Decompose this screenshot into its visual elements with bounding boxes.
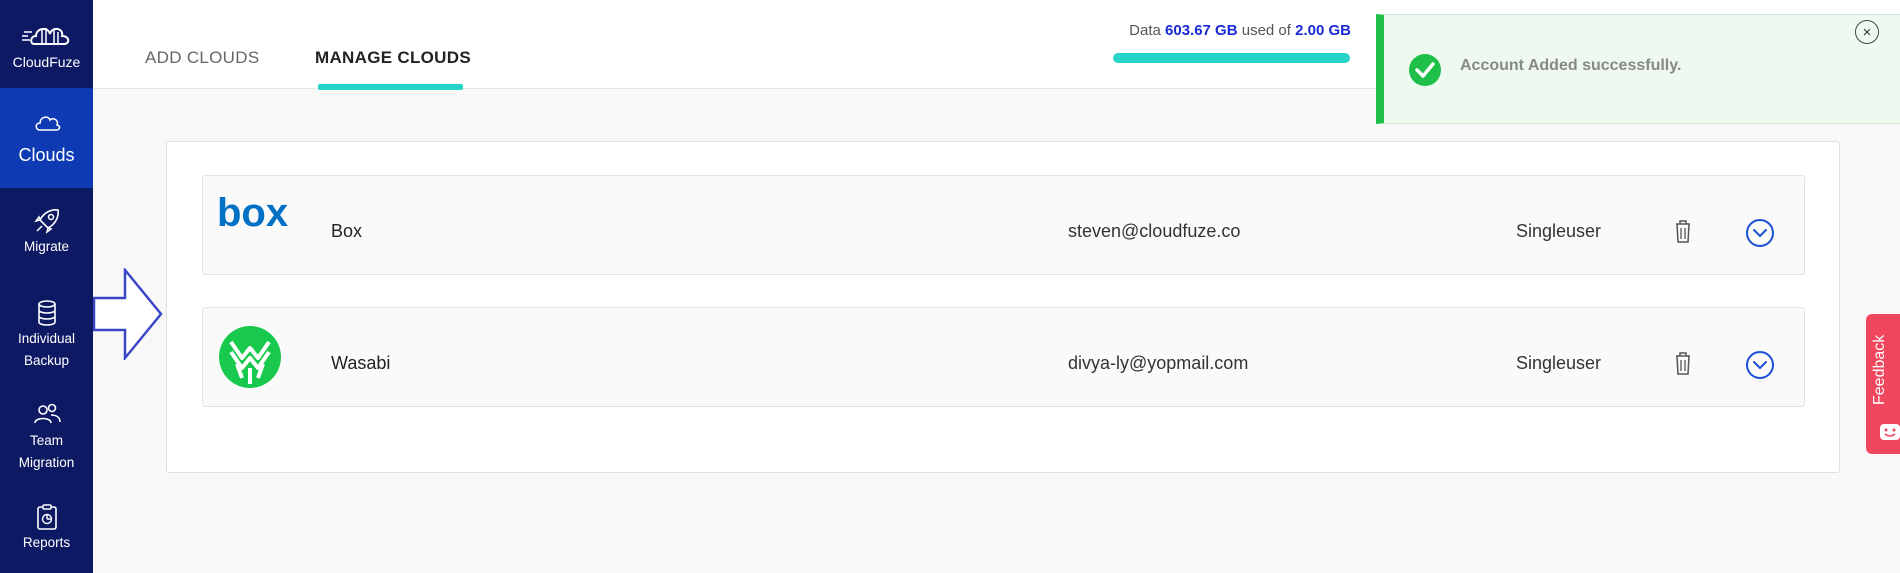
usage-middle: used of: [1241, 22, 1291, 39]
cloudfuze-logo-icon: [21, 28, 69, 45]
cloud-row: Wasabi divya-ly@yopmail.com Singleuser: [202, 307, 1805, 407]
box-logo-icon: box: [217, 194, 288, 234]
usage-progress-bar: [1113, 53, 1350, 63]
tab-add-clouds[interactable]: ADD CLOUDS: [145, 48, 259, 68]
toast-message: Account Added successfully.: [1460, 57, 1682, 74]
sidebar-item-reports[interactable]: Reports: [0, 502, 93, 562]
sidebar-item-label: Team: [29, 433, 63, 448]
chevron-down-icon[interactable]: [1745, 350, 1775, 380]
wasabi-logo-icon: [219, 326, 281, 388]
cloud-account-email: divya-ly@yopmail.com: [1068, 353, 1249, 373]
feedback-label: Feedback: [1871, 334, 1888, 406]
check-circle-icon: [1409, 54, 1441, 86]
sidebar-item-label: Reports: [22, 535, 71, 550]
sidebar-item-team-migration[interactable]: Team Migration: [0, 400, 93, 480]
sidebar: CloudFuze Clouds Migrate Individual Back…: [0, 0, 93, 573]
manage-clouds-card: box Box steven@cloudfuze.co Singleuser W…: [166, 141, 1840, 473]
cloud-row: box Box steven@cloudfuze.co Singleuser: [202, 175, 1805, 275]
svg-text:box: box: [217, 194, 288, 234]
usage-used: 603.67 GB: [1165, 22, 1238, 39]
usage-prefix: Data: [1129, 22, 1161, 39]
usage-total: 2.00 GB: [1295, 22, 1351, 39]
cloud-icon: [34, 116, 60, 131]
toast-close-button[interactable]: ×: [1855, 20, 1879, 44]
smiley-icon: [1880, 424, 1900, 440]
cloud-account-type: Singleuser: [1516, 353, 1602, 373]
cloud-provider-name: Wasabi: [331, 353, 391, 373]
cloud-account-email: steven@cloudfuze.co: [1068, 221, 1241, 241]
sidebar-item-label: Clouds: [18, 145, 75, 165]
chevron-down-icon[interactable]: [1745, 218, 1775, 248]
sidebar-item-label: Migration: [18, 455, 75, 470]
trash-icon[interactable]: [1673, 350, 1693, 376]
database-icon: [37, 300, 56, 326]
clipboard-icon: [36, 504, 57, 530]
rocket-icon: [33, 209, 59, 234]
users-icon: [33, 403, 61, 424]
cloud-account-type: Singleuser: [1516, 221, 1602, 241]
sidebar-item-label: Migrate: [23, 239, 69, 254]
close-icon: ×: [1862, 23, 1872, 41]
sidebar-item-individual-backup[interactable]: Individual Backup: [0, 298, 93, 378]
tab-manage-clouds[interactable]: MANAGE CLOUDS: [315, 48, 471, 68]
sidebar-item-label: Individual: [17, 331, 76, 346]
sidebar-item-label: Backup: [23, 353, 70, 368]
logo-text: CloudFuze: [12, 54, 81, 70]
trash-icon[interactable]: [1673, 218, 1693, 244]
feedback-tab[interactable]: Feedback: [1866, 314, 1900, 454]
sidebar-item-clouds[interactable]: Clouds: [0, 88, 93, 188]
active-tab-indicator: [318, 84, 463, 90]
sidebar-item-migrate[interactable]: Migrate: [0, 200, 93, 270]
right-arrow-icon: [93, 268, 163, 360]
cloudfuze-logo[interactable]: CloudFuze: [0, 0, 93, 88]
cloud-provider-name: Box: [331, 221, 363, 241]
success-toast: Account Added successfully.: [1376, 14, 1900, 124]
data-usage-text: Data 603.67 GB used of 2.00 GB: [1021, 22, 1351, 39]
